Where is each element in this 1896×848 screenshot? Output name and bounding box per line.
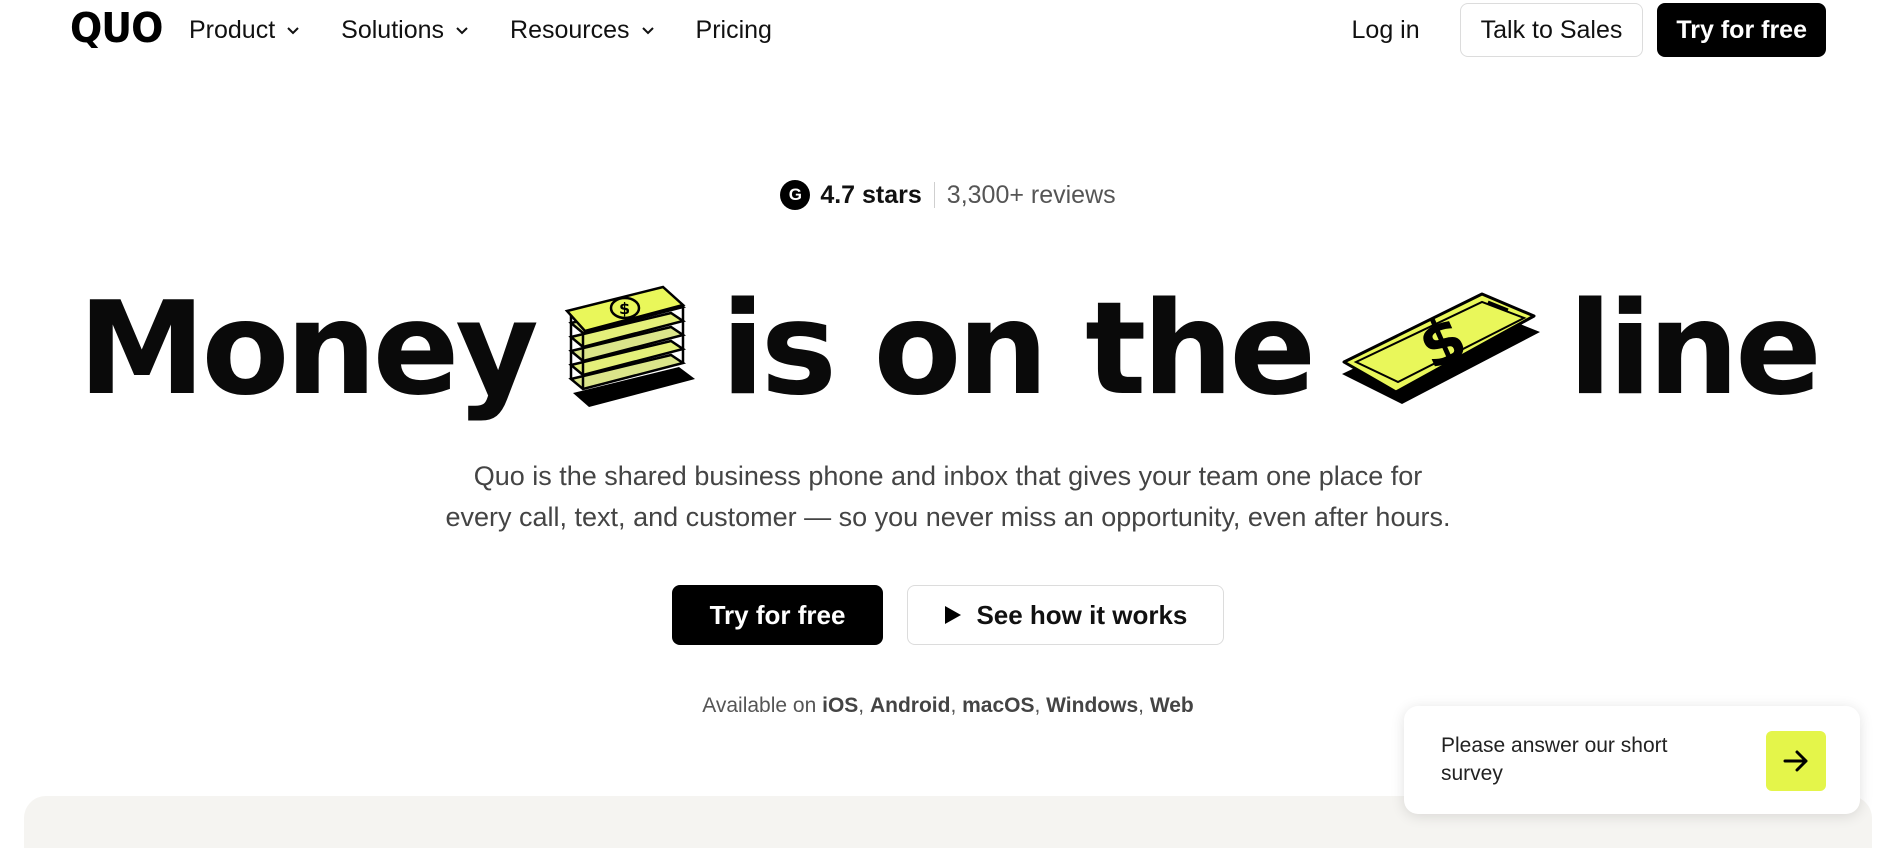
talk-to-sales-button[interactable]: Talk to Sales — [1459, 3, 1644, 57]
survey-text: Please answer our short survey — [1441, 734, 1668, 785]
survey-widget[interactable]: Please answer our short survey — [1404, 706, 1860, 814]
chevron-down-icon — [456, 27, 468, 35]
platform-windows: Windows — [1046, 694, 1139, 717]
see-how-it-works-label: See how it works — [976, 599, 1188, 630]
nav-solutions-label: Solutions — [341, 15, 445, 44]
hero-cta: Try for free See how it works — [0, 585, 1896, 645]
login-link[interactable]: Log in — [1352, 16, 1420, 45]
platform-android: Android — [869, 694, 951, 717]
cash-stack-icon: $ — [564, 285, 695, 407]
nav-try-free-button[interactable]: Try for free — [1657, 3, 1826, 57]
try-free-button[interactable]: Try for free — [671, 585, 884, 645]
nav-pricing[interactable]: Pricing — [696, 16, 772, 45]
platform-ios: iOS — [822, 694, 859, 717]
nav-resources[interactable]: Resources — [510, 16, 656, 45]
hero-subtext-line-2: every call, text, and customer — so you … — [445, 502, 1451, 532]
headline-word-money: Money — [78, 275, 539, 424]
nav-links: Product Solutions Resources Pricing — [189, 0, 772, 60]
nav-resources-label: Resources — [510, 15, 630, 44]
rating-bar: G 4.7 stars 3,300+ reviews — [0, 180, 1896, 210]
platforms-prefix: Available on — [702, 694, 817, 717]
nav-product[interactable]: Product — [189, 16, 301, 45]
phone-dollar-icon: $ — [1342, 292, 1541, 404]
g2-logo-icon: G — [780, 180, 811, 210]
rating-reviews: 3,300+ reviews — [946, 180, 1116, 209]
survey-arrow-button[interactable] — [1766, 731, 1826, 791]
nav-product-label: Product — [189, 15, 276, 44]
chevron-down-icon — [641, 27, 654, 35]
top-nav: QUO Product Solutions Resources Pricing … — [0, 0, 1896, 60]
rating-divider — [933, 182, 935, 208]
see-how-it-works-button[interactable]: See how it works — [907, 585, 1225, 645]
hero-headline: Money $ is on the $ line — [0, 270, 1896, 430]
chevron-down-icon — [287, 27, 299, 35]
headline-word-middle: is on the — [720, 275, 1316, 424]
platform-macos: macOS — [962, 694, 1035, 717]
page: QUO Product Solutions Resources Pricing … — [0, 0, 1896, 848]
rating-stars: 4.7 stars — [820, 180, 922, 209]
platform-web: Web — [1149, 694, 1194, 717]
nav-pricing-label: Pricing — [695, 15, 772, 44]
hero-subtext: Quo is the shared business phone and inb… — [0, 456, 1896, 538]
nav-actions: Log in Talk to Sales Try for free — [1352, 3, 1826, 57]
hero-subtext-line-1: Quo is the shared business phone and inb… — [473, 461, 1423, 491]
nav-solutions[interactable]: Solutions — [341, 16, 470, 45]
arrow-right-icon — [1783, 750, 1808, 772]
play-icon — [945, 606, 962, 624]
logo[interactable]: QUO — [70, 4, 163, 52]
headline-word-line: line — [1568, 275, 1822, 424]
